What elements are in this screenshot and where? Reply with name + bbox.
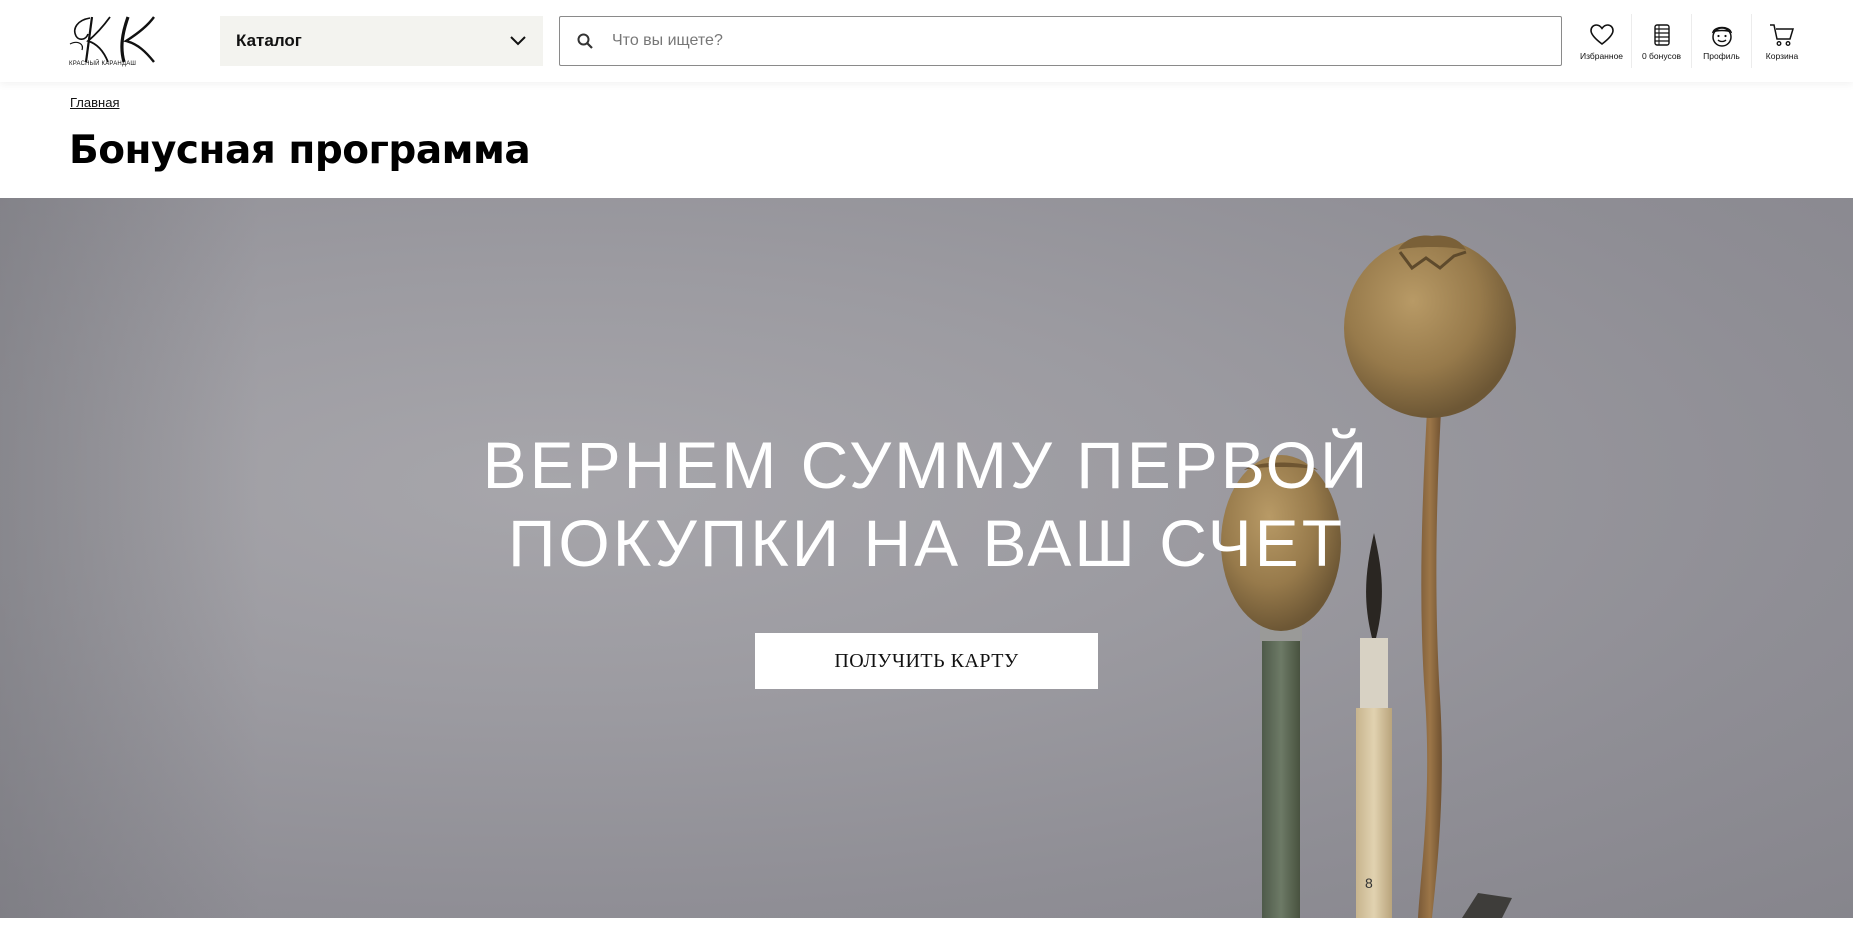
cart-icon [1769, 22, 1795, 48]
hero-headline-line2: ПОКУПКИ НА ВАШ СЧЕТ [507, 506, 1346, 580]
bonuses-button[interactable]: 0 бонусов [1632, 14, 1692, 68]
bonuses-label: 0 бонусов [1641, 50, 1682, 61]
cart-label: Корзина [1765, 50, 1799, 61]
search-bar[interactable] [559, 16, 1562, 66]
get-card-button[interactable]: ПОЛУЧИТЬ КАРТУ [755, 633, 1098, 689]
brand-logo[interactable]: КРАСНЫЙ КАРАНДАШ [68, 14, 172, 68]
hero-banner: 8 ВЕРНЕМ СУММУ ПЕРВОЙ ПОКУПКИ НА ВАШ СЧЕ… [0, 198, 1853, 918]
svg-text:8: 8 [1365, 875, 1373, 891]
search-input[interactable] [612, 32, 1545, 50]
hero-headline: ВЕРНЕМ СУММУ ПЕРВОЙ ПОКУПКИ НА ВАШ СЧЕТ [0, 426, 1853, 582]
search-icon[interactable] [576, 32, 594, 50]
catalog-dropdown[interactable]: Каталог [220, 16, 543, 66]
favorites-label: Избранное [1579, 50, 1624, 61]
cart-button[interactable]: Корзина [1752, 14, 1812, 68]
logo-monogram-icon: КРАСНЫЙ КАРАНДАШ [69, 16, 155, 67]
hero-headline-line1: ВЕРНЕМ СУММУ ПЕРВОЙ [482, 428, 1371, 502]
site-header: КРАСНЫЙ КАРАНДАШ Каталог Избранное [0, 0, 1853, 82]
favorites-button[interactable]: Избранное [1572, 14, 1632, 68]
profile-button[interactable]: Профиль [1692, 14, 1752, 68]
page-title: Бонусная программа [69, 128, 531, 173]
profile-label: Профиль [1703, 50, 1740, 61]
coins-icon [1649, 22, 1675, 48]
chevron-down-icon [509, 32, 527, 50]
profile-icon [1709, 22, 1735, 48]
breadcrumb: Главная [70, 95, 119, 110]
breadcrumb-home-link[interactable]: Главная [70, 95, 119, 110]
catalog-label: Каталог [236, 31, 302, 50]
svg-text:КРАСНЫЙ КАРАНДАШ: КРАСНЫЙ КАРАНДАШ [69, 59, 136, 67]
header-actions: Избранное 0 бонусов Профиль Корзина [1572, 14, 1812, 68]
heart-icon [1589, 22, 1615, 48]
